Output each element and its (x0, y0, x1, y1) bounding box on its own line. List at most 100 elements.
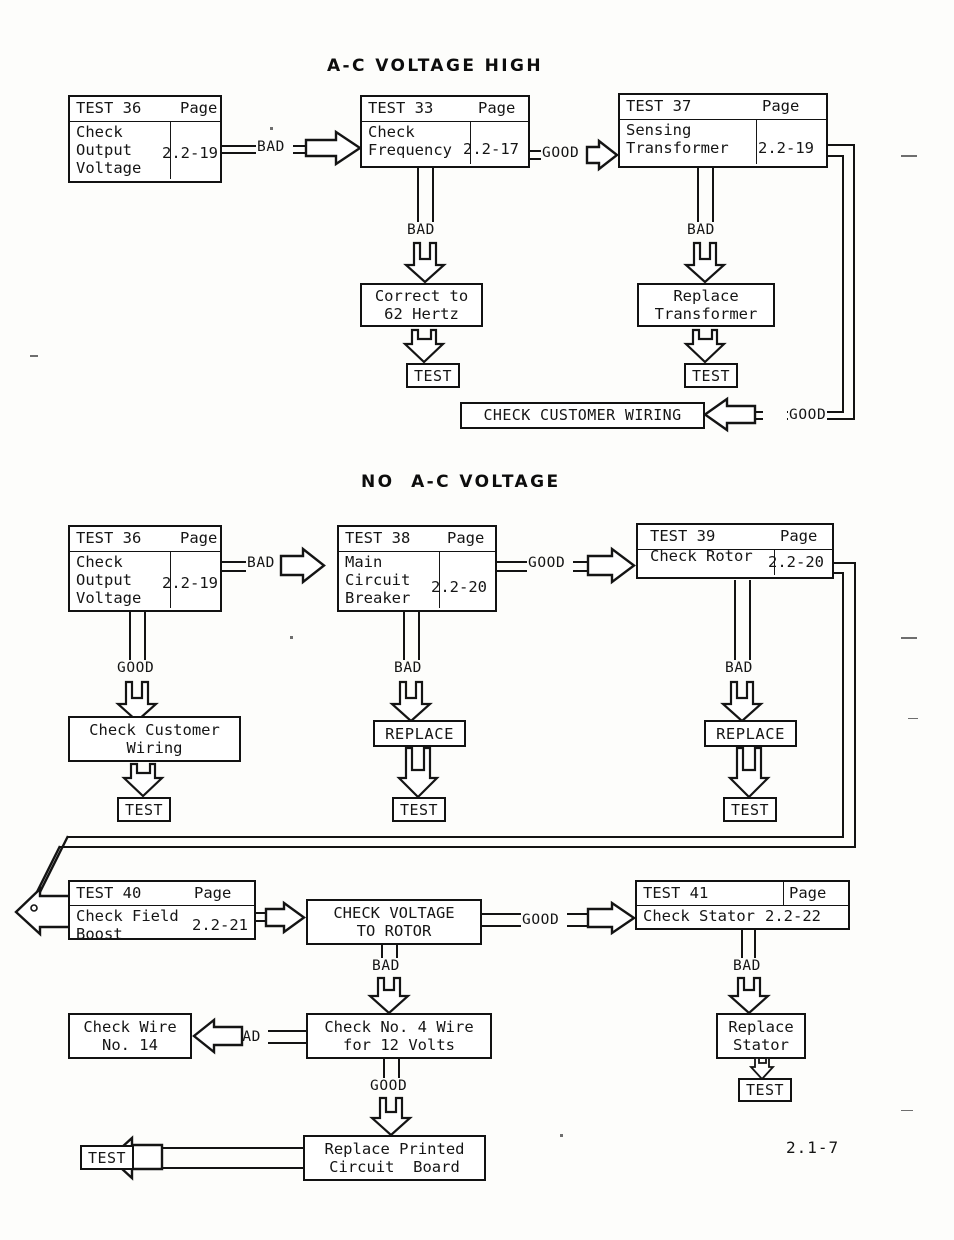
test-card-page-number: 2.2-20 (768, 553, 824, 571)
test-card-header: TEST 37 Page (620, 95, 826, 120)
edge-line (842, 155, 844, 413)
test-card-header: TEST 38 Page (339, 527, 495, 552)
arrow-right-good-38-39 (586, 546, 636, 585)
action-box-check-wire-14[interactable]: Check Wire No. 14 (68, 1013, 192, 1059)
edge-line (712, 168, 714, 222)
terminal-test-after-pcb[interactable]: TEST (80, 1145, 134, 1170)
test-card-test-id: TEST 36 (76, 529, 142, 547)
terminal-test-after-stator[interactable]: TEST (738, 1078, 792, 1102)
edge-line (222, 145, 256, 147)
action-box-replace-transformer[interactable]: Replace Transformer (637, 283, 775, 327)
test-card-test39[interactable]: TEST 39 Page Check Rotor 2.2-20 (636, 523, 834, 579)
edge-line (834, 562, 856, 564)
test-card-page-label: Page (180, 99, 218, 117)
edge-line (222, 570, 246, 572)
test-card-body: Sensing Transformer 2.2-19 (620, 120, 826, 166)
edge-line (417, 168, 419, 222)
arrow-down-bad-rotorvolt-no4 (364, 976, 414, 1015)
action-box-check-voltage-rotor[interactable]: CHECK VOLTAGE TO ROTOR (306, 899, 482, 945)
arrow-down-bad-37-transformer (680, 241, 730, 284)
edge-line (853, 144, 855, 418)
edge-line (482, 925, 524, 927)
terminal-test-after-wiring[interactable]: TEST (117, 797, 171, 822)
arrow-down-hertz-test (402, 328, 447, 364)
edge-line (222, 152, 256, 154)
test-card-test-id: TEST 38 (345, 529, 411, 547)
arrow-right-test40-rotorvolt (264, 900, 307, 935)
test-card-name: Main Circuit Breaker (345, 553, 411, 608)
test-card-body: Check Output Voltage 2.2-19 (70, 552, 220, 610)
test-card-name: Sensing Transformer (626, 121, 729, 158)
arrow-down-bad-test41-stator (724, 976, 774, 1015)
scan-artifact (908, 718, 918, 719)
terminal-test-after-transformer[interactable]: TEST (684, 363, 738, 388)
edge-line (432, 168, 434, 222)
edge-line (697, 168, 699, 222)
section-title-ac-voltage-high: A-C VOLTAGE HIGH (327, 56, 543, 76)
test-card-body: Main Circuit Breaker 2.2-20 (339, 552, 495, 610)
edge-label-bad: BAD (724, 660, 754, 676)
test-card-page-number: 2.2-20 (431, 578, 487, 596)
test-card-page-label: Page (789, 884, 827, 902)
edge-line (482, 913, 524, 915)
test-card-name: Check Stator (643, 907, 755, 925)
arrow-right-bad-36b-38 (279, 546, 326, 585)
flowchart-page: A-C VOLTAGE HIGH TEST 36 Page Check Outp… (0, 0, 954, 1240)
test-card-test36b[interactable]: TEST 36 Page Check Output Voltage 2.2-19 (68, 525, 222, 612)
scan-artifact (901, 1110, 913, 1111)
test-card-header: TEST 33 Page (362, 97, 528, 122)
edge-label-good: GOOD (369, 1078, 409, 1094)
terminal-test-after-breaker[interactable]: TEST (392, 797, 446, 822)
test-card-test-id: TEST 36 (76, 99, 142, 117)
test-card-page-number: 2.2-21 (192, 916, 248, 934)
test-card-test37[interactable]: TEST 37 Page Sensing Transformer 2.2-19 (618, 93, 828, 168)
edge-line (222, 561, 246, 563)
edge-line (828, 144, 855, 146)
arrow-left-good-37-wiring (702, 396, 757, 433)
test-card-header: TEST 40 Page (70, 882, 254, 906)
action-box-replace-breaker[interactable]: REPLACE (373, 720, 466, 747)
test-card-page-number: 2.2-17 (463, 140, 519, 158)
edge-line (68, 836, 844, 838)
scan-artifact (901, 155, 917, 157)
action-box-replace-pcb[interactable]: Replace Printed Circuit Board (303, 1135, 486, 1181)
action-box-correct-hertz[interactable]: Correct to 62 Hertz (360, 283, 483, 327)
scan-artifact (290, 636, 293, 639)
test-card-test-id: TEST 39 (650, 527, 716, 545)
action-box-check-customer-wiring[interactable]: Check Customer Wiring (68, 716, 241, 762)
edge-label-bad: BAD (256, 139, 286, 155)
test-card-page-number: 2.2-19 (162, 144, 218, 162)
arrow-down-wiring-test (121, 762, 166, 798)
test-card-test41[interactable]: TEST 41 Page Check Stator 2.2-22 (635, 880, 850, 930)
action-box-replace-rotor[interactable]: REPLACE (704, 720, 797, 747)
test-card-header: TEST 36 Page (70, 527, 220, 552)
test-card-body: Check Frequency 2.2-17 (362, 122, 528, 166)
test-card-test38[interactable]: TEST 38 Page Main Circuit Breaker 2.2-20 (337, 525, 497, 612)
test-card-test-id: TEST 33 (368, 99, 434, 117)
action-box-replace-stator[interactable]: Replace Stator (716, 1013, 806, 1059)
test-card-test36[interactable]: TEST 36 Page Check Output Voltage 2.2-19 (68, 95, 222, 183)
test-card-page-label: Page (180, 529, 218, 547)
edge-label-bad: BAD (371, 958, 401, 974)
test-card-test40[interactable]: TEST 40 Page Check Field Boost 2.2-21 (68, 880, 256, 943)
arrow-right-bad-36-33 (304, 129, 363, 168)
terminal-test-after-rotor[interactable]: TEST (723, 797, 777, 822)
test-card-name: Check Output Voltage (76, 553, 142, 608)
edge-line (403, 612, 405, 662)
page-number: 2.1-7 (786, 1138, 840, 1157)
edge-label-bad: BAD (686, 222, 716, 238)
terminal-test-after-hertz[interactable]: TEST (406, 363, 460, 388)
edge-line (418, 612, 420, 662)
action-box-check-no4-wire[interactable]: Check No. 4 Wire for 12 Volts (306, 1013, 492, 1059)
arrow-right-good-rotorvolt-test41 (586, 900, 637, 936)
edge-label-bad: BAD (393, 660, 423, 676)
edge-line (383, 1059, 385, 1079)
arrow-down-bad-38-replace (386, 680, 436, 723)
action-box-check-customer-wiring-caps[interactable]: CHECK CUSTOMER WIRING (460, 402, 705, 429)
edge-line (144, 612, 146, 662)
test-card-body: Check Field Boost 2.2-21 (70, 906, 254, 943)
test-card-test33[interactable]: TEST 33 Page Check Frequency 2.2-17 (360, 95, 530, 168)
edge-line (842, 572, 844, 837)
column-divider (756, 120, 757, 164)
test-card-test-id: TEST 41 (643, 884, 709, 902)
